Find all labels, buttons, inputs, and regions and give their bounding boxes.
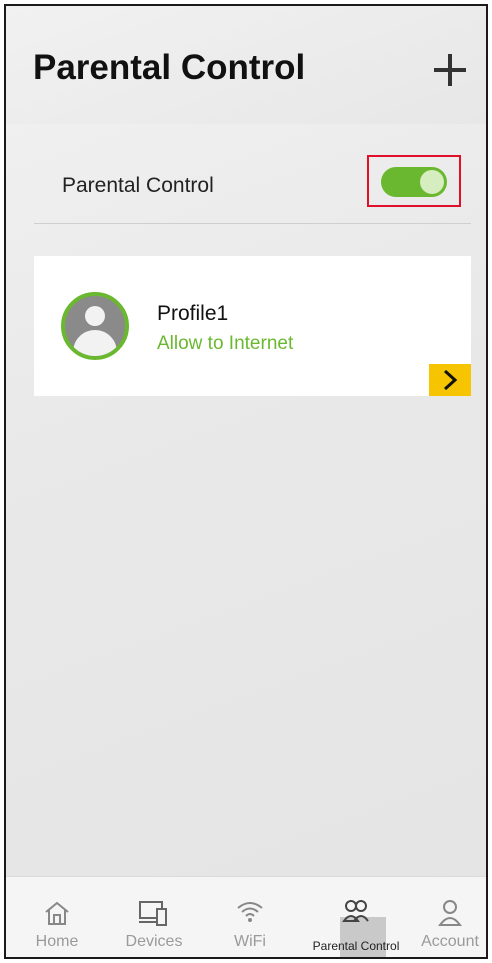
parental-control-setting: Parental Control bbox=[34, 128, 471, 224]
nav-wifi-label: WiFi bbox=[234, 933, 266, 950]
add-profile-button[interactable] bbox=[430, 50, 470, 90]
toggle-knob bbox=[420, 170, 444, 194]
nav-account[interactable]: Account bbox=[404, 877, 486, 957]
chevron-right-icon bbox=[443, 369, 458, 391]
profile-open-button[interactable] bbox=[429, 364, 471, 396]
nav-devices-label: Devices bbox=[125, 933, 183, 950]
parental-control-icon bbox=[342, 900, 369, 922]
parental-control-label: Parental Control bbox=[62, 174, 214, 197]
nav-parental-control-label: Parental Control bbox=[312, 939, 400, 953]
account-icon bbox=[438, 900, 462, 926]
profile-card[interactable]: Profile1 Allow to Internet bbox=[34, 256, 471, 396]
app-screen: Parental Control Parental Control Profil… bbox=[4, 4, 488, 959]
wifi-icon bbox=[237, 902, 263, 922]
nav-wifi[interactable]: WiFi bbox=[204, 877, 296, 957]
page-title: Parental Control bbox=[33, 48, 306, 87]
bottom-navigation: Home Devices WiFi Parental Control Accou… bbox=[6, 876, 486, 957]
header: Parental Control bbox=[6, 6, 486, 124]
parental-control-toggle[interactable] bbox=[381, 167, 447, 197]
nav-account-label: Account bbox=[421, 933, 479, 950]
toggle-highlight-box bbox=[367, 155, 461, 207]
profile-status: Allow to Internet bbox=[157, 333, 294, 354]
nav-devices[interactable]: Devices bbox=[108, 877, 200, 957]
avatar bbox=[61, 292, 129, 360]
nav-home-label: Home bbox=[35, 933, 79, 950]
nav-parental-control[interactable]: Parental Control bbox=[298, 877, 414, 957]
nav-home[interactable]: Home bbox=[11, 877, 103, 957]
devices-icon bbox=[139, 901, 167, 926]
profile-name: Profile1 bbox=[157, 302, 229, 325]
home-icon bbox=[45, 901, 69, 925]
